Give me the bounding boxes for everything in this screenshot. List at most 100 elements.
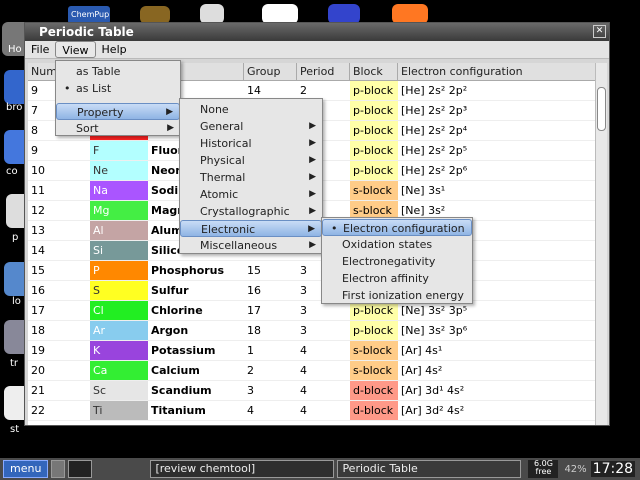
cell-group: 16 — [247, 284, 261, 297]
column-header-electron-configuration[interactable]: Electron configuration — [398, 63, 596, 80]
calendar-label: p — [12, 232, 19, 243]
database-icon[interactable] — [328, 4, 360, 24]
column-header-group[interactable]: Group — [244, 63, 297, 80]
view-sort-label: Sort — [76, 122, 99, 135]
table-row[interactable]: 18 Ar Argon 18 3 p-block [Ne] 3s² 3p⁶ — [28, 321, 596, 341]
table-row[interactable]: 16SSulfur163p-block[Ne] 3s² 3p⁴ — [28, 281, 596, 301]
cell-electron-configuration: [He] 2s² 2p⁴ — [401, 124, 468, 137]
electronic-item-label: First ionization energy — [342, 289, 464, 302]
browser-label: bro — [6, 102, 23, 113]
cell-group: 18 — [247, 324, 261, 337]
cell-symbol: Mg — [90, 201, 148, 220]
property-item-crystallographic[interactable]: Crystallographic ▶ — [180, 203, 322, 220]
cell-electron-configuration: [Ar] 4s² — [401, 364, 443, 377]
cell-number: 9 — [31, 144, 38, 157]
vertical-scrollbar[interactable] — [595, 63, 607, 425]
cell-number: 11 — [31, 184, 45, 197]
column-header-block[interactable]: Block — [350, 63, 398, 80]
table-row[interactable]: 19 K Potassium 1 4 s-block [Ar] 4s¹ — [28, 341, 596, 361]
electronic-item-label: Electronegativity — [342, 255, 436, 268]
electronic-item-label: Electron affinity — [342, 272, 429, 285]
submenu-arrow-icon: ▶ — [309, 189, 316, 199]
electronic-item-electron-configuration[interactable]: • Electron configuration — [322, 219, 472, 236]
cell-symbol: Na — [90, 181, 148, 200]
atom-icon[interactable] — [392, 4, 428, 24]
cell-symbol: Ne — [90, 161, 148, 180]
view-as-table[interactable]: as Table — [56, 63, 180, 80]
table-row[interactable]: 17 Cl Chlorine 17 3 p-block [Ne] 3s² 3p⁵ — [28, 301, 596, 321]
cell-group: 17 — [247, 304, 261, 317]
electronic-item-label: Oxidation states — [342, 238, 433, 251]
cell-symbol: Cl — [90, 301, 148, 320]
column-header-period[interactable]: Period — [297, 63, 350, 80]
property-item-label: Miscellaneous — [200, 239, 278, 252]
property-item-label: Crystallographic — [200, 205, 290, 218]
cell-number: 19 — [31, 344, 45, 357]
cell-block: p-block — [350, 101, 398, 120]
task-review-chemtool[interactable]: [review chemtool] — [150, 460, 335, 478]
property-item-atomic[interactable]: Atomic ▶ — [180, 186, 322, 203]
view-as-list[interactable]: • as List — [56, 80, 180, 97]
cell-number: 21 — [31, 384, 45, 397]
property-item-none[interactable]: None — [180, 101, 322, 118]
free-space-label: free — [535, 467, 552, 476]
lab-glassware-icon[interactable] — [200, 4, 224, 24]
property-item-thermal[interactable]: Thermal ▶ — [180, 169, 322, 186]
scrollbar-thumb[interactable] — [597, 87, 606, 131]
view-sort[interactable]: Sort ▶ — [56, 120, 180, 137]
cell-number: 18 — [31, 324, 45, 337]
property-item-historical[interactable]: Historical ▶ — [180, 135, 322, 152]
show-desktop-button[interactable] — [51, 460, 66, 478]
close-icon[interactable]: ✕ — [593, 25, 606, 38]
cell-name: Argon — [151, 324, 189, 337]
cell-symbol: Ti — [90, 401, 148, 420]
view-property[interactable]: Property ▶ — [56, 103, 180, 120]
view-property-label: Property — [77, 106, 124, 119]
title-bar[interactable]: Periodic Table ✕ — [25, 23, 609, 41]
menu-file[interactable]: File — [25, 41, 55, 58]
start-menu-button[interactable]: menu — [3, 460, 49, 478]
table-row[interactable]: 15PPhosphorus153p-block[Ne] 3s² 3p³ — [28, 261, 596, 281]
cell-number: 12 — [31, 204, 45, 217]
cell-symbol: Al — [90, 221, 148, 240]
cell-number: 22 — [31, 404, 45, 417]
view-menu: as Table • as List Property ▶ Sort ▶ — [55, 60, 181, 136]
property-item-label: Historical — [200, 137, 252, 150]
cell-symbol: Si — [90, 241, 148, 260]
property-item-miscellaneous[interactable]: Miscellaneous ▶ — [180, 237, 322, 254]
cell-symbol: Ar — [90, 321, 148, 340]
table-row[interactable]: 22 Ti Titanium 4 4 d-block [Ar] 3d² 4s² — [28, 401, 596, 421]
property-item-electronic[interactable]: Electronic ▶ — [180, 220, 322, 237]
cell-number: 17 — [31, 304, 45, 317]
console-label: co — [6, 166, 18, 177]
workspace-button[interactable] — [68, 460, 93, 478]
table-row[interactable]: 21 Sc Scandium 3 4 d-block [Ar] 3d¹ 4s² — [28, 381, 596, 401]
menu-bar: File View Help — [25, 41, 609, 59]
electronic-item-first-ionization-energy[interactable]: First ionization energy — [322, 287, 472, 304]
property-item-general[interactable]: General ▶ — [180, 118, 322, 135]
cell-block: d-block — [350, 381, 398, 400]
electronic-item-electron-affinity[interactable]: Electron affinity — [322, 270, 472, 287]
electronic-item-label: Electron configuration — [343, 222, 465, 235]
electronic-item-electronegativity[interactable]: Electronegativity — [322, 253, 472, 270]
cell-group: 15 — [247, 264, 261, 277]
table-row[interactable]: 20 Ca Calcium 2 4 s-block [Ar] 4s² — [28, 361, 596, 381]
free-space-indicator: 6.0G free — [528, 460, 559, 478]
submenu-arrow-icon: ▶ — [309, 155, 316, 165]
menu-help[interactable]: Help — [96, 41, 133, 58]
cell-symbol: P — [90, 261, 148, 280]
cell-electron-configuration: [Ne] 3s² 3p⁶ — [401, 324, 468, 337]
cell-electron-configuration: [Ne] 3s¹ — [401, 184, 446, 197]
cell-block: p-block — [350, 121, 398, 140]
taskbar: menu [review chemtool] Periodic Table 6.… — [0, 458, 640, 480]
task-periodic-table[interactable]: Periodic Table — [337, 460, 522, 478]
electronic-item-oxidation-states[interactable]: Oxidation states — [322, 236, 472, 253]
cell-number: 14 — [31, 244, 45, 257]
clock: 17:28 — [590, 461, 636, 477]
submenu-arrow-icon: ▶ — [309, 206, 316, 216]
property-item-physical[interactable]: Physical ▶ — [180, 152, 322, 169]
menu-view[interactable]: View — [55, 41, 96, 58]
molecule-icon[interactable] — [262, 4, 298, 24]
cell-group: 4 — [247, 404, 254, 417]
cell-number: 10 — [31, 164, 45, 177]
